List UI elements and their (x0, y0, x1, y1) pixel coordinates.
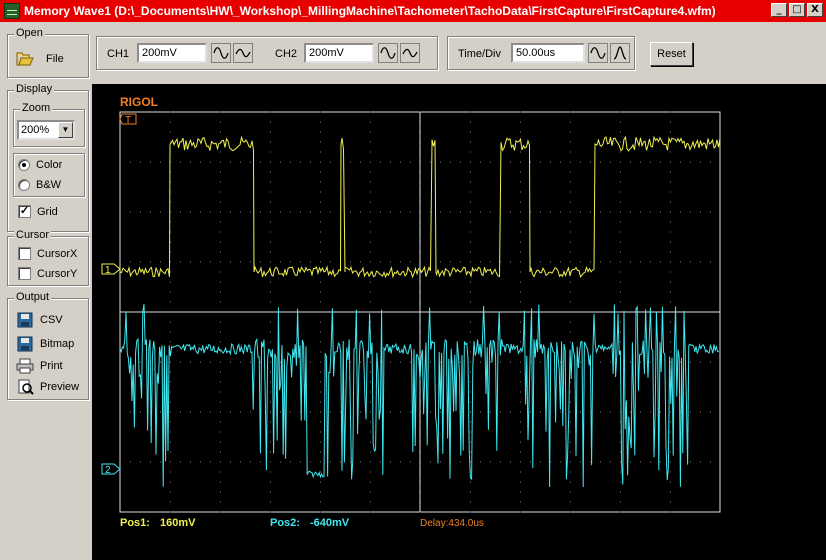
ch1-marker-label: 1 (105, 265, 111, 276)
cursory-checkbox[interactable]: CursorY (18, 267, 77, 280)
zoom-group: Zoom 200% ▼ (13, 102, 85, 147)
window-controls: _ □ X (771, 3, 823, 17)
folder-open-icon (16, 52, 34, 66)
title-bar: Memory Wave1 (D:\_Documents\HW\_Workshop… (0, 0, 826, 22)
color-mode-group: Color B&W (13, 153, 85, 197)
grid-checkbox[interactable]: ✓ Grid (18, 205, 58, 218)
grid-label: Grid (37, 205, 58, 218)
chevron-down-icon[interactable]: ▼ (58, 122, 73, 138)
preview-label: Preview (40, 381, 80, 393)
ch1-wave-icon[interactable] (233, 43, 253, 63)
output-group-title: Output (14, 291, 52, 303)
left-panel: Open File Display Zoom 200% ▼ Color B&W … (0, 22, 92, 560)
delay-readout: Delay:434.0us (420, 518, 484, 529)
trigger-marker: T (119, 113, 137, 126)
color-radio[interactable]: Color (18, 159, 62, 171)
display-group: Display Zoom 200% ▼ Color B&W ✓ Grid (7, 83, 89, 232)
zoom-group-title: Zoom (20, 102, 53, 114)
cursorx-check-indicator[interactable] (18, 247, 31, 260)
color-radio-indicator[interactable] (18, 159, 30, 171)
grid-check-indicator[interactable]: ✓ (18, 205, 31, 218)
ch2-label: CH2 (275, 48, 298, 60)
cursor-group: Cursor CursorX CursorY (7, 229, 89, 286)
graticule (119, 111, 721, 513)
timebase-sine-icon[interactable] (588, 43, 608, 63)
bitmap-label: Bitmap (40, 338, 75, 350)
bw-radio-indicator[interactable] (18, 179, 30, 191)
bw-radio[interactable]: B&W (18, 179, 61, 191)
pos2-value: -640mV (310, 517, 350, 529)
save-disk-icon (17, 312, 33, 328)
preview-button[interactable]: Preview (16, 379, 79, 395)
print-button[interactable]: Print (16, 358, 63, 374)
app-icon (4, 3, 20, 19)
zoom-value: 200% (21, 124, 50, 136)
timebase-wave-icon[interactable] (610, 43, 630, 63)
ch1-sine-icon[interactable] (211, 43, 231, 63)
ch2-trace (119, 304, 719, 488)
channel-group: CH1 200mV CH2 200mV (96, 36, 438, 70)
display-group-title: Display (14, 83, 55, 95)
output-group: Output CSV Bitmap Print Preview (7, 291, 89, 400)
print-preview-icon (18, 379, 34, 395)
csv-label: CSV (40, 314, 63, 326)
cursory-label: CursorY (37, 267, 78, 280)
open-group-title: Open (14, 27, 45, 39)
ch1-marker[interactable]: 1 (101, 263, 121, 276)
color-radio-label: Color (36, 159, 63, 171)
window-title: Memory Wave1 (D:\_Documents\HW\_Workshop… (24, 4, 716, 18)
zoom-select[interactable]: 200% ▼ (17, 120, 75, 140)
ch2-marker[interactable]: 2 (101, 463, 121, 476)
print-label: Print (40, 360, 63, 372)
ch1-volts-input[interactable]: 200mV (137, 43, 207, 63)
timebase-group: Time/Div 50.00us (447, 36, 635, 70)
bw-radio-label: B&W (36, 179, 62, 191)
save-disk-icon (17, 336, 33, 352)
scope-brand-label: RIGOL (120, 95, 158, 109)
cursorx-label: CursorX (37, 247, 78, 260)
close-button[interactable]: X (807, 3, 823, 17)
maximize-button[interactable]: □ (789, 3, 805, 17)
ch2-marker-label: 2 (105, 465, 111, 476)
minimize-button[interactable]: _ (771, 3, 787, 17)
pos1-label: Pos1: (120, 517, 150, 529)
timediv-label: Time/Div (458, 48, 501, 60)
bitmap-button[interactable]: Bitmap (16, 336, 74, 352)
ch1-label: CH1 (107, 48, 130, 60)
scope-canvas: RIGOL T 1 2 Pos1: 160mV Pos2: -640mV Del… (101, 95, 721, 529)
csv-button[interactable]: CSV (16, 312, 63, 328)
printer-icon (16, 358, 34, 374)
reset-button[interactable]: Reset (650, 42, 693, 66)
cursor-group-title: Cursor (14, 229, 52, 241)
file-label: File (46, 53, 64, 65)
trigger-marker-label: T (125, 115, 131, 126)
pos1-value: 160mV (160, 517, 196, 529)
top-toolbar: CH1 200mV CH2 200mV Time/Div 50.00us Res… (92, 22, 826, 84)
pos2-label: Pos2: (270, 517, 300, 529)
cursorx-checkbox[interactable]: CursorX (18, 247, 77, 260)
open-file-button[interactable]: File (16, 51, 64, 67)
ch2-sine-icon[interactable] (378, 43, 398, 63)
ch2-wave-icon[interactable] (400, 43, 420, 63)
open-group: Open File (7, 27, 89, 78)
ch2-volts-input[interactable]: 200mV (304, 43, 374, 63)
cursory-check-indicator[interactable] (18, 267, 31, 280)
timediv-input[interactable]: 50.00us (511, 43, 585, 63)
